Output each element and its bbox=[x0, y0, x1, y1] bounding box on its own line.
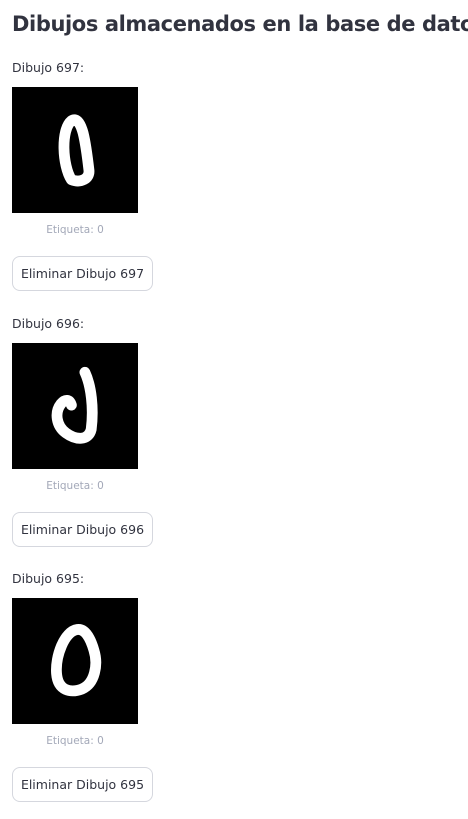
drawing-label: Dibujo 695: bbox=[12, 571, 85, 586]
delete-drawing-button[interactable]: Eliminar Dibujo 695 bbox=[12, 767, 153, 802]
drawing-label: Dibujo 696: bbox=[12, 316, 85, 331]
drawing-caption: Etiqueta: 0 bbox=[46, 480, 104, 492]
page-title: Dibujos almacenados en la base de datos bbox=[12, 12, 468, 36]
drawing-entry: Dibujo 696: Etiqueta: 0 Eliminar Dibujo … bbox=[12, 316, 312, 556]
delete-drawing-button[interactable]: Eliminar Dibujo 697 bbox=[12, 256, 153, 291]
drawing-caption: Etiqueta: 0 bbox=[46, 735, 104, 747]
drawing-caption: Etiqueta: 0 bbox=[46, 224, 104, 236]
drawing-entry: Dibujo 697: Etiqueta: 0 Eliminar Dibujo … bbox=[12, 60, 312, 300]
delete-drawing-button[interactable]: Eliminar Dibujo 696 bbox=[12, 512, 153, 547]
drawing-image bbox=[12, 343, 138, 469]
drawing-entry: Dibujo 695: Etiqueta: 0 Eliminar Dibujo … bbox=[12, 571, 312, 811]
drawing-image bbox=[12, 598, 138, 724]
drawing-label: Dibujo 697: bbox=[12, 60, 85, 75]
drawing-image bbox=[12, 87, 138, 213]
